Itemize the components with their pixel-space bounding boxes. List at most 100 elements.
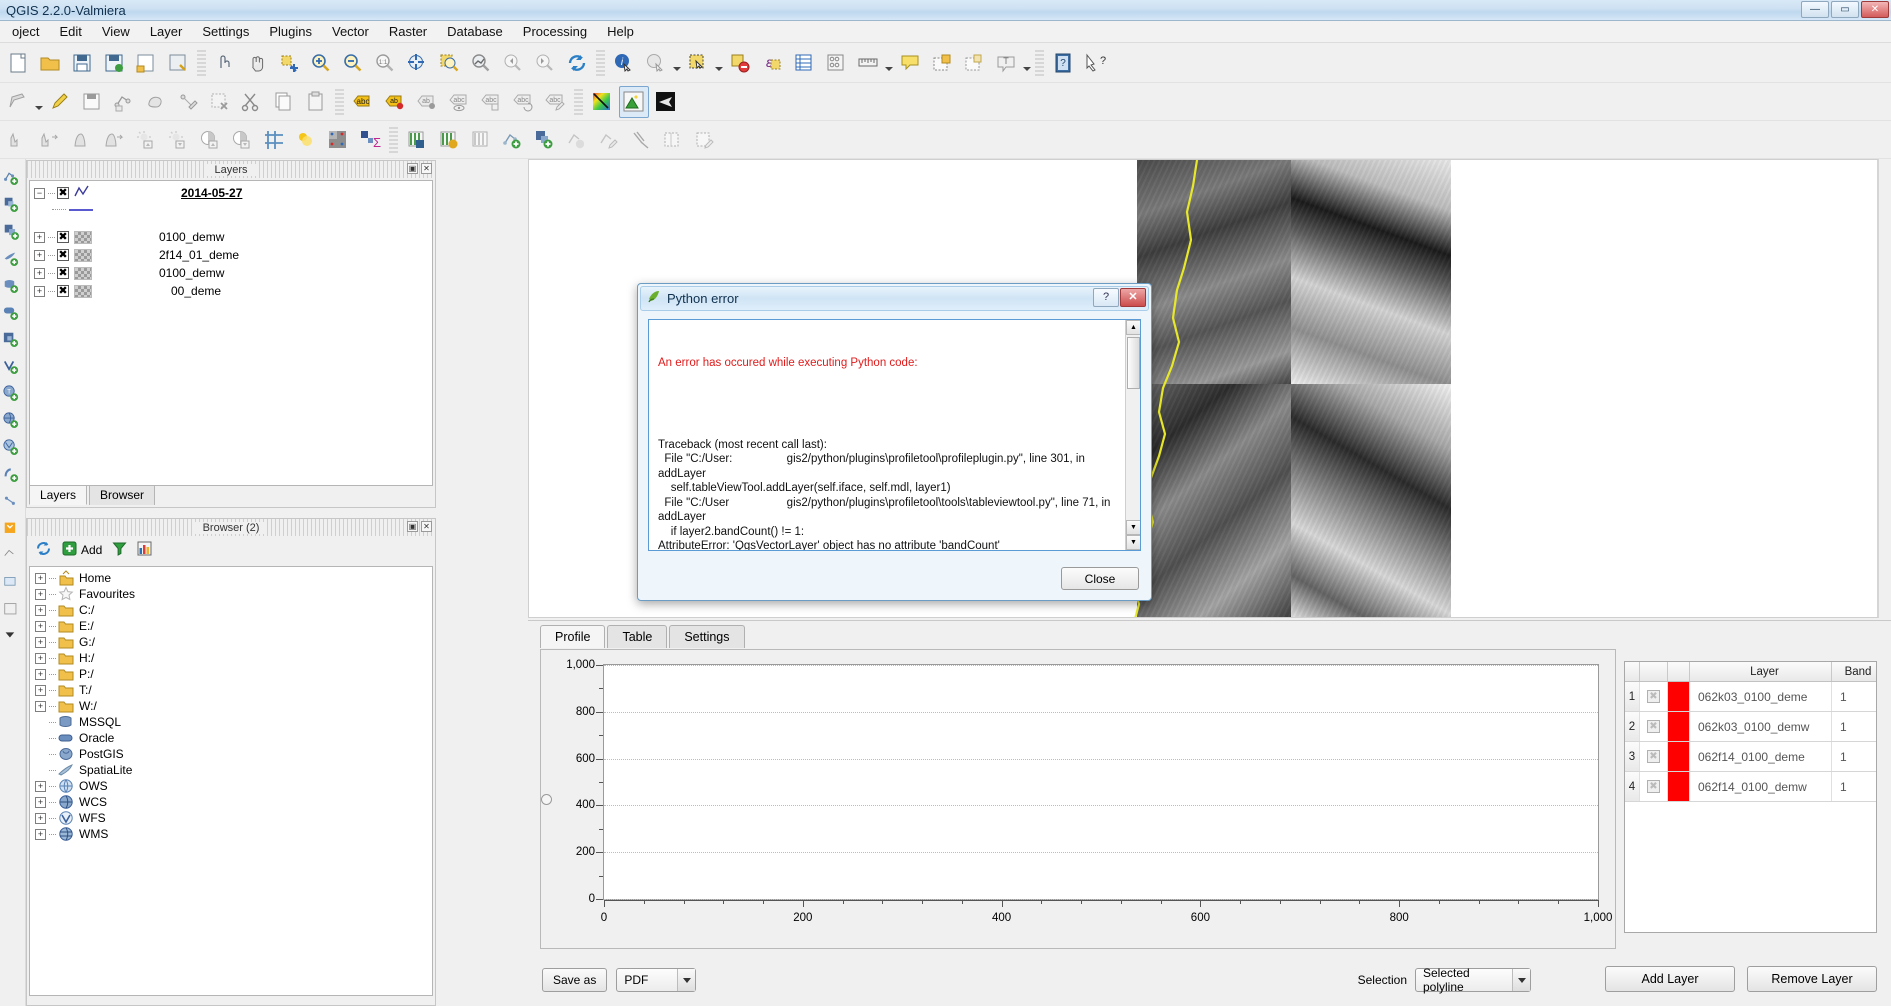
menu-oject[interactable]: oject	[2, 22, 49, 41]
close-button[interactable]: ✕	[1861, 1, 1889, 18]
toggle-editing-icon[interactable]	[45, 86, 75, 118]
row-color-swatch[interactable]	[1668, 772, 1690, 801]
dialog-help-button[interactable]: ?	[1093, 288, 1119, 307]
row-visibility-checkbox[interactable]: ✖	[1647, 780, 1660, 793]
layer-visibility-checkbox[interactable]: ✖	[57, 249, 69, 261]
tab-settings[interactable]: Settings	[669, 625, 745, 648]
tree-expander[interactable]: +	[35, 572, 46, 584]
chevron-down-icon[interactable]	[714, 48, 724, 78]
db-table-icon[interactable]	[466, 124, 496, 156]
menu-view[interactable]: View	[92, 22, 140, 41]
layer-tree-item[interactable]: − ✖ 2014-05-27	[30, 185, 432, 201]
new-shapefile-icon[interactable]	[2, 489, 24, 515]
row-visibility-cell[interactable]: ✖	[1640, 742, 1668, 771]
tree-expander[interactable]: −	[34, 187, 45, 199]
add-postgis-layer-icon[interactable]	[2, 219, 24, 245]
zoom-to-selection-icon[interactable]	[434, 47, 464, 79]
attribute-table-icon[interactable]	[789, 47, 819, 79]
text-annotation-icon[interactable]	[895, 47, 925, 79]
layer-visibility-checkbox[interactable]: ✖	[57, 231, 69, 243]
change-label-icon[interactable]: abc	[540, 86, 570, 118]
help-contents-icon[interactable]: ?	[1048, 47, 1078, 79]
layer-visibility-checkbox[interactable]: ✖	[57, 285, 69, 297]
selection-select[interactable]: Selected polyline	[1415, 966, 1531, 994]
menu-edit[interactable]: Edit	[49, 22, 91, 41]
zoom-next-icon[interactable]	[530, 47, 560, 79]
copy-style-icon[interactable]	[658, 124, 688, 156]
browser-item-home[interactable]: + Home	[30, 570, 432, 586]
layer-tree-item[interactable]: + ✖ 0100_demw	[30, 265, 432, 281]
pan-map-icon[interactable]	[242, 47, 272, 79]
table-row[interactable]: 4 ✖ 062f14_0100_demw 1	[1625, 772, 1876, 802]
statistics-sigma-icon[interactable]: Σ	[355, 124, 385, 156]
profile-arrow-icon[interactable]	[651, 86, 681, 118]
tree-expander[interactable]: +	[35, 684, 46, 696]
db-settings-icon[interactable]	[434, 124, 464, 156]
scroll-down-arrow-2-icon[interactable]: ▼	[1126, 535, 1140, 550]
save-project-as-icon[interactable]	[99, 47, 129, 79]
zoom-last-icon[interactable]	[498, 47, 528, 79]
tree-expander[interactable]: +	[35, 604, 46, 616]
chevron-down-icon[interactable]	[1022, 48, 1032, 78]
browser-properties-button[interactable]	[137, 541, 152, 559]
browser-item-wms[interactable]: + WMS	[30, 826, 432, 842]
increase-contrast-icon[interactable]	[195, 124, 225, 156]
browser-item-spatialite[interactable]: SpatiaLite	[30, 762, 432, 778]
identify-features-icon[interactable]: i	[609, 47, 639, 79]
export-format-select[interactable]: PDF	[616, 968, 697, 992]
browser-item-w[interactable]: + W:/	[30, 698, 432, 714]
browser-item-postgis[interactable]: PostGIS	[30, 746, 432, 762]
rotate-label-icon[interactable]: abc	[508, 86, 538, 118]
table-row[interactable]: 3 ✖ 062f14_0100_deme 1	[1625, 742, 1876, 772]
save-layer-edits-icon[interactable]	[77, 86, 107, 118]
add-oracle-layer-icon[interactable]	[2, 300, 24, 326]
row-visibility-checkbox[interactable]: ✖	[1647, 750, 1660, 763]
zoom-in-icon[interactable]	[306, 47, 336, 79]
tree-expander[interactable]: +	[35, 588, 46, 600]
minimize-button[interactable]: —	[1801, 1, 1829, 18]
layers-panel-float-button[interactable]: ▣	[407, 163, 418, 174]
move-feature-icon[interactable]	[141, 86, 171, 118]
touch-zoom-icon[interactable]	[210, 47, 240, 79]
table-row[interactable]: 1 ✖ 062k03_0100_deme 1	[1625, 682, 1876, 712]
menu-plugins[interactable]: Plugins	[259, 22, 322, 41]
more-tools-icon[interactable]	[2, 624, 24, 650]
browser-item-g[interactable]: + G:/	[30, 634, 432, 650]
tree-expander[interactable]: +	[35, 812, 46, 824]
paste-style-icon[interactable]	[690, 124, 720, 156]
table-row[interactable]: 2 ✖ 062k03_0100_demw 1	[1625, 712, 1876, 742]
refresh-icon[interactable]	[562, 47, 592, 79]
move-label-icon[interactable]: abc	[476, 86, 506, 118]
browser-item-favourites[interactable]: + Favourites	[30, 586, 432, 602]
add-mssql-layer-icon[interactable]	[2, 273, 24, 299]
terrain-profile-icon[interactable]	[619, 85, 649, 118]
db-manager-icon[interactable]	[402, 124, 432, 156]
open-project-icon[interactable]	[35, 47, 65, 79]
row-color-swatch[interactable]	[1668, 682, 1690, 711]
statistics-icon[interactable]	[821, 47, 851, 79]
dialog-close-button[interactable]: ✕	[1120, 288, 1146, 307]
browser-refresh-button[interactable]	[35, 540, 52, 560]
menu-database[interactable]: Database	[437, 22, 513, 41]
dialog-close-action-button[interactable]: Close	[1061, 567, 1139, 590]
copy-features-icon[interactable]	[269, 86, 299, 118]
browser-item-e[interactable]: + E:/	[30, 618, 432, 634]
pan-to-selection-icon[interactable]	[274, 47, 304, 79]
chevron-down-icon[interactable]	[884, 48, 894, 78]
new-project-icon[interactable]	[3, 47, 33, 79]
edit-spatialite-icon[interactable]	[594, 124, 624, 156]
row-visibility-cell[interactable]: ✖	[1640, 712, 1668, 741]
add-vector-layer-icon[interactable]	[2, 165, 24, 191]
dissolve-icon[interactable]	[291, 124, 321, 156]
node-tool-icon[interactable]	[173, 86, 203, 118]
histogram-stretch-extent-icon[interactable]	[35, 124, 65, 156]
row-color-swatch[interactable]	[1668, 742, 1690, 771]
browser-item-mssql[interactable]: MSSQL	[30, 714, 432, 730]
row-visibility-checkbox[interactable]: ✖	[1647, 690, 1660, 703]
label-icon[interactable]: T	[991, 47, 1021, 79]
remove-layer-button[interactable]: Remove Layer	[1747, 966, 1877, 992]
add-spatialite-icon[interactable]	[498, 124, 528, 156]
browser-item-t[interactable]: + T:/	[30, 682, 432, 698]
zoom-full-icon[interactable]	[402, 47, 432, 79]
layers-panel-close-button[interactable]: ✕	[421, 163, 432, 174]
